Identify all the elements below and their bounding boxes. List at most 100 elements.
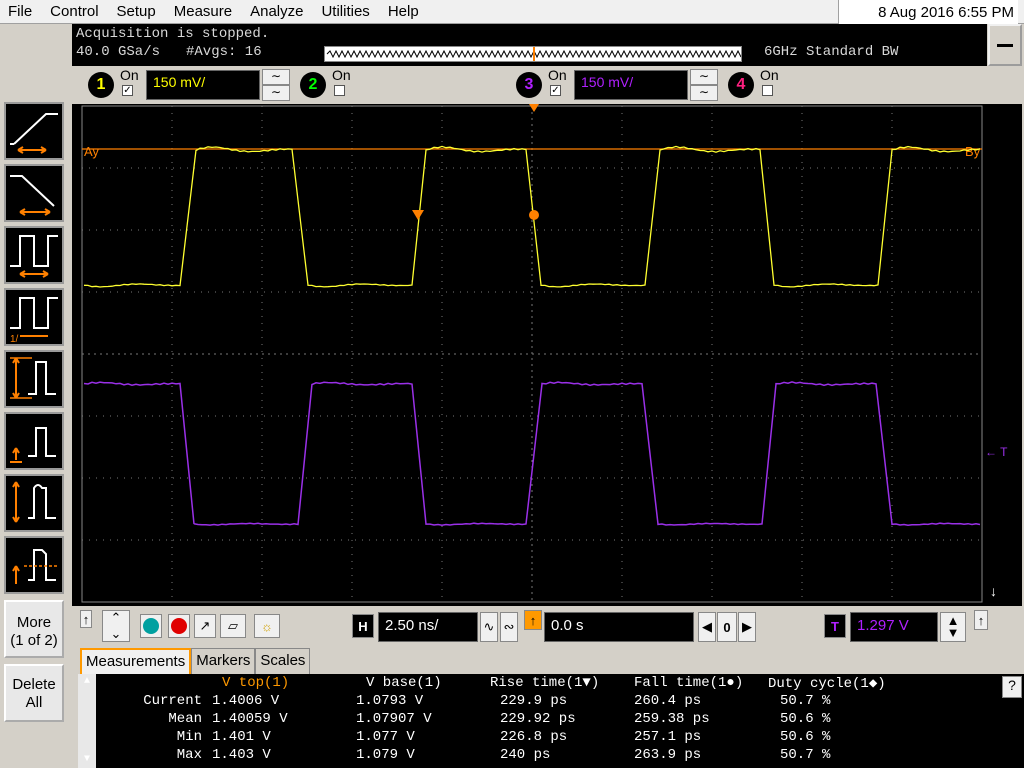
memory-overview-bar[interactable] bbox=[324, 46, 742, 62]
timebase-field[interactable]: 2.50 ns/ bbox=[378, 612, 478, 642]
channel-2-on-label: On bbox=[332, 67, 351, 83]
acquisition-status-text: Acquisition is stopped. bbox=[76, 26, 270, 42]
channel-3-number: 3 bbox=[524, 76, 534, 93]
chevron-down-icon[interactable]: ⌄ bbox=[111, 626, 122, 642]
peak-to-peak-tool-button[interactable] bbox=[4, 474, 64, 532]
period-tool-button[interactable] bbox=[4, 226, 64, 284]
trigger-button[interactable]: T bbox=[824, 614, 846, 638]
measurement-tabs: Measurements Markers Scales bbox=[80, 648, 311, 674]
trigger-level-marker: ← T bbox=[985, 445, 1008, 459]
horizontal-button[interactable]: H bbox=[352, 614, 374, 638]
position-right-button[interactable]: ▶ bbox=[738, 612, 756, 642]
value-v-top: 1.403 V bbox=[212, 747, 271, 763]
channel-3-checkbox[interactable]: ✓ bbox=[550, 85, 561, 96]
top-icon bbox=[10, 427, 56, 463]
average-icon bbox=[12, 549, 58, 584]
value-fall-time: 260.4 ps bbox=[634, 693, 702, 709]
vertical-stepper[interactable]: ⌃ ⌄ bbox=[102, 610, 130, 642]
waveform-canvas: Ay By ← T ↓ bbox=[81, 104, 1008, 603]
stop-button[interactable] bbox=[168, 614, 190, 638]
channel-1-number: 1 bbox=[96, 76, 106, 93]
value-duty-cycle: 50.7 % bbox=[780, 747, 831, 763]
channel-2-button[interactable]: 2 bbox=[300, 72, 326, 98]
ground-arrow-icon: ↓ bbox=[990, 583, 997, 599]
trigger-level-field[interactable]: 1.297 V bbox=[850, 612, 938, 642]
value-v-base: 1.07907 V bbox=[356, 711, 432, 727]
measurement-scrollbar[interactable]: ▲ ▼ bbox=[78, 674, 96, 768]
amplitude-icon bbox=[10, 357, 56, 399]
channel-2-number: 2 bbox=[308, 76, 318, 93]
single-acquisition-button[interactable]: ↗ bbox=[194, 614, 216, 638]
scroll-down-icon[interactable]: ▼ bbox=[78, 752, 96, 768]
menu-setup[interactable]: Setup bbox=[108, 0, 165, 24]
more-tools-button[interactable]: More (1 of 2) bbox=[4, 600, 64, 658]
triangle-down-icon[interactable]: ▼ bbox=[947, 626, 960, 639]
rise-time-tool-button[interactable] bbox=[4, 102, 64, 160]
channel-3-button[interactable]: 3 bbox=[516, 72, 542, 98]
eraser-icon: ▱ bbox=[228, 618, 238, 633]
waveform-display[interactable]: Ay By ← T ↓ bbox=[72, 104, 1022, 606]
auto-scale-button[interactable]: ☼ bbox=[254, 614, 280, 638]
marker-a-label: Ay bbox=[84, 144, 99, 159]
value-fall-time: 259.38 ps bbox=[634, 711, 710, 727]
rise-time-marker-icon bbox=[412, 210, 424, 220]
channel-1-checkbox[interactable]: ✓ bbox=[122, 85, 133, 96]
menu-analyze[interactable]: Analyze bbox=[241, 0, 312, 24]
chevron-up-icon[interactable]: ⌃ bbox=[111, 610, 122, 626]
menu-control[interactable]: Control bbox=[41, 0, 107, 24]
delete-label: Delete bbox=[12, 676, 56, 693]
position-zero-button[interactable]: 0 bbox=[717, 612, 737, 642]
menu-file[interactable]: File bbox=[0, 0, 41, 24]
menu-help[interactable]: Help bbox=[379, 0, 428, 24]
up-arrow-icon[interactable]: ↑ bbox=[80, 610, 92, 628]
clear-display-button[interactable]: ▱ bbox=[220, 614, 246, 638]
position-up-icon[interactable]: ↑ bbox=[524, 610, 542, 630]
tab-measurements[interactable]: Measurements bbox=[80, 648, 192, 674]
menu-measure[interactable]: Measure bbox=[165, 0, 241, 24]
tilde-icon[interactable]: ∼ bbox=[690, 69, 718, 85]
minimize-button[interactable] bbox=[988, 24, 1022, 66]
horizontal-position-field[interactable]: 0.0 s bbox=[544, 612, 694, 642]
tilde-icon[interactable]: ∼ bbox=[262, 85, 290, 101]
channel-2-checkbox[interactable] bbox=[334, 85, 345, 96]
measurement-header-row: V top(1) V base(1) Rise time(1▼) Fall ti… bbox=[96, 675, 996, 693]
value-rise-time: 229.9 ps bbox=[500, 693, 568, 709]
run-button[interactable] bbox=[140, 614, 162, 638]
tilde-icon[interactable]: ∼ bbox=[690, 85, 718, 101]
average-tool-button[interactable] bbox=[4, 536, 64, 594]
frequency-tool-button[interactable]: 1/ bbox=[4, 288, 64, 346]
channel-4-checkbox[interactable] bbox=[762, 85, 773, 96]
period-icon bbox=[10, 235, 58, 278]
header-duty-cycle: Duty cycle(1◆) bbox=[768, 676, 886, 692]
channel-3-scale-stepper[interactable]: ∼ ∼ bbox=[690, 69, 718, 101]
channel-1-scale-stepper[interactable]: ∼ ∼ bbox=[262, 69, 290, 101]
frequency-icon: 1/ bbox=[10, 297, 58, 344]
row-label: Min bbox=[176, 729, 202, 745]
tab-scales[interactable]: Scales bbox=[255, 648, 311, 674]
up-arrow-icon[interactable]: ↑ bbox=[974, 610, 988, 630]
position-zero-label: 0 bbox=[723, 619, 731, 635]
trigger-level-stepper[interactable]: ▲ ▼ bbox=[940, 612, 966, 642]
channel-1-scale-field[interactable]: 150 mV/ bbox=[146, 70, 260, 100]
top-tool-button[interactable] bbox=[4, 412, 64, 470]
delete-all-button[interactable]: Delete All bbox=[4, 664, 64, 722]
single-icon: ↗ bbox=[199, 618, 211, 633]
channel-1-button[interactable]: 1 bbox=[88, 72, 114, 98]
help-button[interactable]: ? bbox=[1002, 676, 1022, 698]
triangle-left-icon: ◀ bbox=[702, 619, 712, 634]
channel-4-button[interactable]: 4 bbox=[728, 72, 754, 98]
trigger-label: T bbox=[831, 618, 839, 634]
timebase-increase-button[interactable]: ∾ bbox=[500, 612, 518, 642]
header-v-base: V base(1) bbox=[366, 675, 442, 691]
measurement-toolbar: 1/ bbox=[0, 100, 68, 600]
scroll-track[interactable] bbox=[78, 690, 96, 752]
position-left-button[interactable]: ◀ bbox=[698, 612, 716, 642]
tab-markers[interactable]: Markers bbox=[191, 648, 256, 674]
timebase-decrease-button[interactable]: ∿ bbox=[480, 612, 498, 642]
scroll-up-icon[interactable]: ▲ bbox=[78, 674, 96, 690]
tilde-icon[interactable]: ∼ bbox=[262, 69, 290, 85]
amplitude-tool-button[interactable] bbox=[4, 350, 64, 408]
channel-3-scale-field[interactable]: 150 mV/ bbox=[574, 70, 688, 100]
menu-utilities[interactable]: Utilities bbox=[312, 0, 378, 24]
fall-time-tool-button[interactable] bbox=[4, 164, 64, 222]
